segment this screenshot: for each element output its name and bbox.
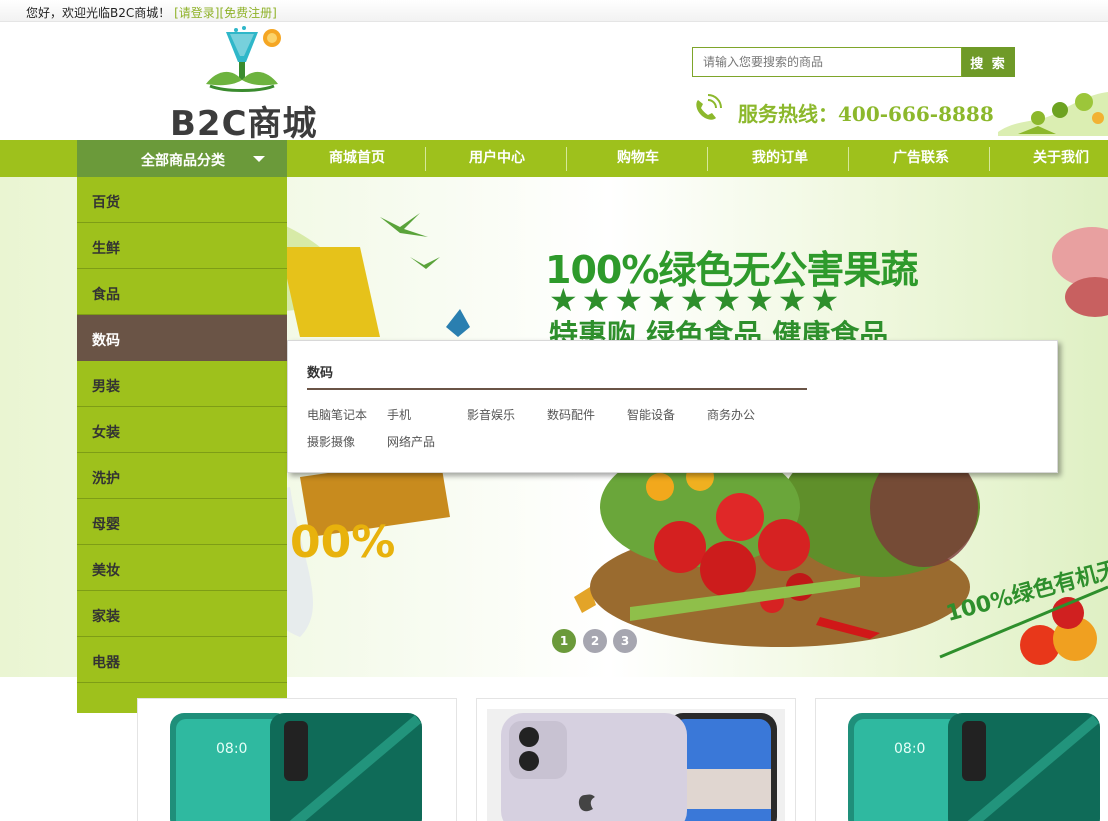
category-item-home[interactable]: 家装 — [77, 591, 287, 637]
category-item-womenswear[interactable]: 女装 — [77, 407, 287, 453]
nav-item-home[interactable]: 商城首页 — [297, 140, 417, 177]
banner-stars: ★★★★★★★★★ — [549, 281, 844, 319]
category-item-beauty[interactable]: 美妆 — [77, 545, 287, 591]
nav-item-user-center[interactable]: 用户中心 — [437, 140, 557, 177]
category-label: 数码 — [92, 333, 120, 349]
service-hotline: 服务热线：400-666-8888 — [690, 92, 1108, 136]
nav-item-about[interactable]: 关于我们 — [1001, 140, 1108, 177]
category-item-baihuo[interactable]: 百货 — [77, 177, 287, 223]
category-menu: 百货 生鲜 食品 数码 男装 女装 洗护 母婴 美妆 家装 电器 — [77, 177, 287, 713]
nav-divider — [989, 147, 990, 171]
welcome-text: 您好，欢迎光临B2C商城！ [请登录][免费注册] — [26, 4, 277, 21]
subcategory-link[interactable]: 电脑笔记本 — [307, 406, 367, 423]
subcategory-link[interactable]: 智能设备 — [627, 406, 675, 423]
category-label: 食品 — [92, 287, 120, 303]
subcategory-popup: 数码 电脑笔记本 手机 影音娱乐 数码配件 智能设备 商务办公 摄影摄像 网络产… — [287, 340, 1058, 473]
nav-divider — [707, 147, 708, 171]
subcategory-link[interactable]: 摄影摄像 — [307, 433, 355, 450]
vegetables-decoration-icon — [998, 92, 1108, 136]
category-label: 电器 — [92, 655, 120, 671]
subcategory-link[interactable]: 影音娱乐 — [467, 406, 515, 423]
phone-product-image-icon: 08:0 — [848, 713, 1100, 821]
category-label: 家装 — [92, 609, 120, 625]
phone-product-image-icon: 08:0 — [170, 713, 422, 821]
logo-text: B2C商城 — [170, 104, 318, 144]
slide-dot[interactable]: 2 — [583, 629, 607, 653]
product-card[interactable] — [476, 698, 796, 821]
product-card[interactable]: 08:0 — [137, 698, 457, 821]
category-item-appliances[interactable]: 电器 — [77, 637, 287, 683]
banner-subline: 特惠购 绿色食品 健康食品 — [549, 318, 889, 341]
all-categories-label: 全部商品分类 — [141, 153, 225, 169]
divider — [307, 388, 807, 390]
site-logo[interactable]: B2C商城 — [170, 26, 335, 144]
nav-divider — [848, 147, 849, 171]
category-label: 女装 — [92, 425, 120, 441]
subcategory-link[interactable]: 商务办公 — [707, 406, 755, 423]
logo-icon — [206, 26, 281, 92]
category-label: 男装 — [92, 379, 120, 395]
slide-dot[interactable]: 3 — [613, 629, 637, 653]
category-label: 母婴 — [92, 517, 120, 533]
greeting-text: 您好，欢迎光临B2C商城！ — [26, 6, 171, 20]
category-item-baby[interactable]: 母婴 — [77, 499, 287, 545]
nav-divider — [566, 147, 567, 171]
all-categories-button[interactable]: 全部商品分类 — [77, 140, 287, 177]
iphone-product-image-icon — [487, 709, 785, 821]
banner-badge-text: 00% — [290, 517, 396, 568]
subcategory-link[interactable]: 手机 — [387, 406, 411, 423]
svg-text:08:0: 08:0 — [216, 741, 247, 757]
category-item-food[interactable]: 食品 — [77, 269, 287, 315]
main-nav: 全部商品分类 商城首页 用户中心 购物车 我的订单 广告联系 关于我们 — [0, 140, 1108, 177]
nav-item-orders[interactable]: 我的订单 — [720, 140, 840, 177]
product-card[interactable]: 08:0 — [815, 698, 1108, 821]
category-item-fresh[interactable]: 生鲜 — [77, 223, 287, 269]
svg-text:08:0: 08:0 — [894, 741, 925, 757]
category-item-digital[interactable]: 数码 — [77, 315, 287, 361]
nav-item-cart[interactable]: 购物车 — [578, 140, 698, 177]
category-label: 洗护 — [92, 471, 120, 487]
nav-divider — [425, 147, 426, 171]
search-button[interactable]: 搜 索 — [962, 47, 1015, 77]
category-label: 美妆 — [92, 563, 120, 579]
caret-down-icon — [253, 156, 265, 162]
subcategory-title: 数码 — [307, 366, 334, 381]
nav-item-ads[interactable]: 广告联系 — [861, 140, 981, 177]
subcategory-link[interactable]: 数码配件 — [547, 406, 595, 423]
phone-icon — [696, 94, 722, 120]
register-link[interactable]: [免费注册] — [219, 6, 276, 20]
top-bar: 您好，欢迎光临B2C商城！ [请登录][免费注册] — [0, 0, 1108, 22]
search-bar: 搜 索 — [692, 47, 1015, 77]
category-item-menswear[interactable]: 男装 — [77, 361, 287, 407]
category-label: 生鲜 — [92, 241, 120, 257]
hotline-text: 服务热线：400-666-8888 — [738, 102, 994, 126]
category-item-care[interactable]: 洗护 — [77, 453, 287, 499]
category-label: 百货 — [92, 195, 120, 211]
subcategory-link[interactable]: 网络产品 — [387, 433, 435, 450]
search-input[interactable] — [692, 47, 962, 77]
slide-dot[interactable]: 1 — [552, 629, 576, 653]
login-link[interactable]: [请登录] — [174, 6, 219, 20]
